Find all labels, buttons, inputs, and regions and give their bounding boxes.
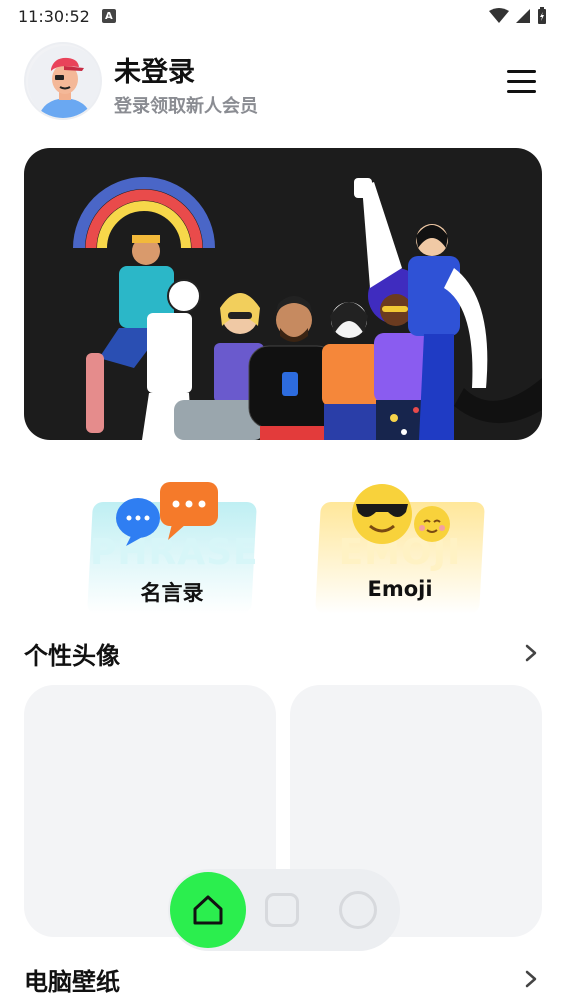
section-title: 电脑壁纸 (24, 967, 120, 996)
hamburger-menu-icon[interactable] (507, 64, 541, 98)
a-icon: A (101, 9, 116, 23)
phrase-card[interactable]: PHRASE 名言录 (87, 480, 266, 618)
circle-icon[interactable] (339, 891, 377, 929)
phrase-label: 名言录 (140, 581, 204, 605)
chevron-right-icon[interactable] (521, 643, 541, 663)
bottom-navigation (168, 869, 400, 951)
status-left: 11:30:52 A (18, 7, 116, 26)
section-title: 个性头像 (24, 641, 120, 670)
status-icons (489, 7, 547, 25)
user-avatar-icon[interactable] (24, 42, 102, 120)
status-bar: 11:30:52 A (0, 0, 565, 32)
chat-bubbles-icon (116, 482, 218, 546)
feature-cards: PHRASE 名言录 EMOJI Emoji (24, 480, 541, 620)
section-wallpaper-header[interactable]: 电脑壁纸 (24, 961, 541, 997)
sunglasses-emoji-icon (352, 484, 450, 544)
section-avatar-header[interactable]: 个性头像 (24, 635, 541, 671)
banner-illustration[interactable] (24, 148, 542, 440)
login-status-title[interactable]: 未登录 (114, 50, 195, 89)
profile-header: 未登录 登录领取新人会员 (24, 42, 541, 122)
emoji-label: Emoji (367, 577, 433, 601)
home-icon[interactable] (170, 872, 246, 948)
emoji-card[interactable]: EMOJI Emoji (315, 480, 494, 618)
signal-icon (516, 9, 530, 23)
login-subtitle[interactable]: 登录领取新人会员 (114, 92, 258, 118)
wifi-icon (489, 8, 509, 23)
battery-icon (538, 7, 546, 24)
status-time: 11:30:52 (18, 6, 90, 26)
chevron-right-icon[interactable] (521, 969, 541, 989)
square-icon[interactable] (265, 893, 299, 927)
